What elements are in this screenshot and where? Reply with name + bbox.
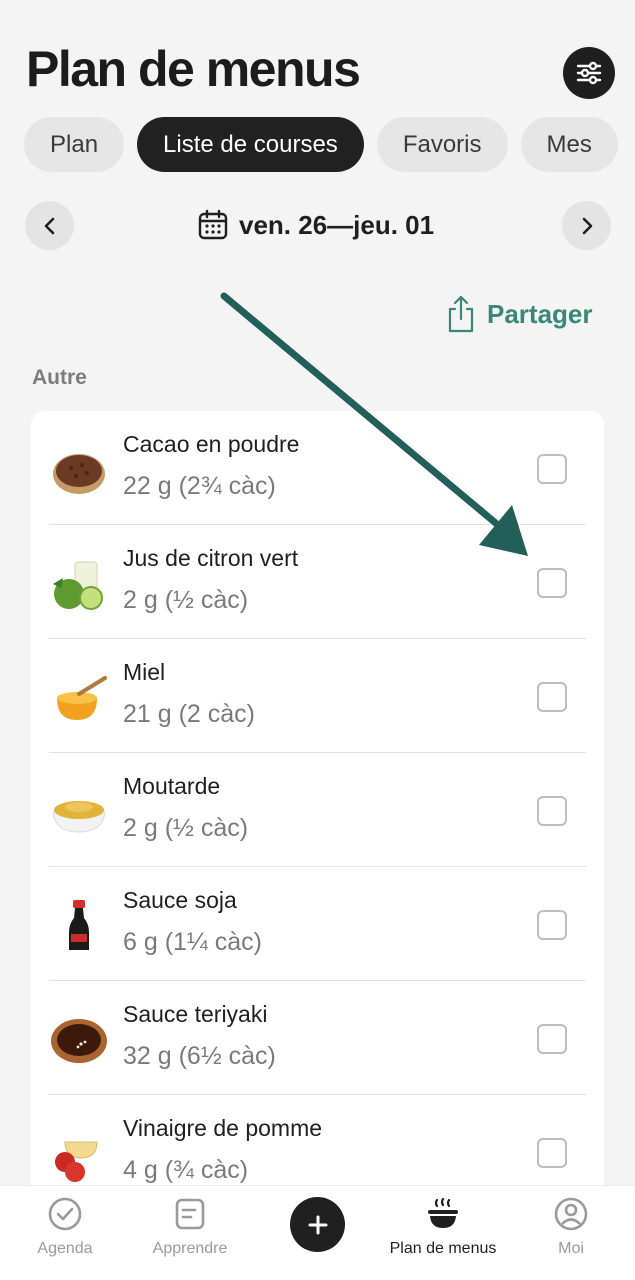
list-item[interactable]: Jus de citron vert 2 g (½ càc) [31, 525, 604, 639]
share-label: Partager [487, 298, 593, 329]
user-circle-icon [554, 1197, 588, 1231]
nav-meal-plan[interactable]: Plan de menus [378, 1196, 508, 1258]
item-name: Jus de citron vert [123, 545, 299, 571]
date-range-label: ven. 26—jeu. 01 [239, 209, 435, 240]
nav-learn-label: Apprendre [152, 1240, 228, 1257]
list-item[interactable]: Cacao en poudre 22 g (2¾ càc) [31, 411, 604, 525]
tab-favorites[interactable]: Favoris [376, 117, 508, 172]
item-checkbox[interactable] [537, 682, 567, 712]
list-item[interactable]: Sauce teriyaki 32 g (6½ càc) [31, 981, 604, 1095]
mustard-icon [52, 801, 106, 833]
item-name: Cacao en poudre [123, 431, 300, 457]
note-icon [175, 1198, 205, 1230]
item-quantity: 21 g (2 càc) [123, 700, 256, 728]
list-item[interactable]: Sauce soja 6 g (1¼ càc) [31, 867, 604, 981]
date-range-selector[interactable]: ven. 26—jeu. 01 [197, 205, 434, 245]
share-button[interactable]: Partager [447, 292, 593, 336]
nav-meal-plan-label: Plan de menus [389, 1240, 497, 1257]
next-week-button[interactable] [562, 201, 611, 250]
item-checkbox[interactable] [537, 568, 567, 598]
honey-icon [57, 676, 107, 720]
filter-settings-button[interactable] [563, 47, 615, 99]
list-item[interactable]: Miel 21 g (2 càc) [31, 639, 604, 753]
tab-bar: Plan Liste de courses Favoris Mes [24, 117, 635, 172]
calendar-icon [198, 209, 228, 240]
check-circle-icon [48, 1197, 82, 1231]
nav-me-label: Moi [558, 1240, 584, 1257]
item-checkbox[interactable] [537, 454, 567, 484]
item-checkbox[interactable] [537, 1024, 567, 1054]
item-name: Moutarde [123, 773, 221, 799]
item-quantity: 22 g (2¾ càc) [123, 472, 276, 500]
chevron-left-icon [44, 217, 54, 234]
nav-me[interactable]: Moi [506, 1196, 635, 1258]
item-name: Sauce soja [123, 887, 237, 913]
tab-plan[interactable]: Plan [24, 117, 125, 172]
item-name: Sauce teriyaki [123, 1001, 268, 1027]
section-label: Autre [32, 366, 87, 389]
nav-agenda[interactable]: Agenda [0, 1196, 130, 1258]
lime-juice-icon [53, 561, 103, 610]
item-checkbox[interactable] [537, 796, 567, 826]
item-quantity: 6 g (1¼ càc) [123, 928, 262, 956]
teriyaki-sauce-icon [51, 1019, 107, 1063]
item-name: Vinaigre de pomme [123, 1115, 323, 1141]
item-name: Miel [123, 659, 166, 685]
apple-vinegar-icon [55, 1141, 98, 1182]
add-button[interactable] [290, 1197, 345, 1252]
soy-sauce-icon [69, 900, 89, 950]
plus-icon [308, 1215, 327, 1234]
item-quantity: 2 g (½ càc) [123, 814, 249, 842]
bowl-icon [428, 1197, 458, 1228]
cocoa-powder-icon [53, 454, 105, 494]
shopping-list-card: Cacao en poudre 22 g (2¾ càc) Jus de cit… [31, 411, 604, 1211]
item-quantity: 2 g (½ càc) [123, 586, 249, 614]
previous-week-button[interactable] [25, 201, 74, 250]
page-title: Plan de menus [26, 41, 361, 97]
sliders-icon [576, 61, 602, 85]
tab-shopping-list[interactable]: Liste de courses [137, 117, 364, 172]
tab-mine[interactable]: Mes [520, 117, 618, 172]
nav-agenda-label: Agenda [37, 1240, 93, 1257]
item-checkbox[interactable] [537, 1138, 567, 1168]
list-item[interactable]: Moutarde 2 g (½ càc) [31, 753, 604, 867]
item-quantity: 32 g (6½ càc) [123, 1042, 276, 1070]
chevron-right-icon [582, 217, 592, 234]
share-icon [448, 295, 474, 333]
item-quantity: 4 g (¾ càc) [123, 1156, 249, 1184]
nav-learn[interactable]: Apprendre [125, 1196, 255, 1258]
item-checkbox[interactable] [537, 910, 567, 940]
